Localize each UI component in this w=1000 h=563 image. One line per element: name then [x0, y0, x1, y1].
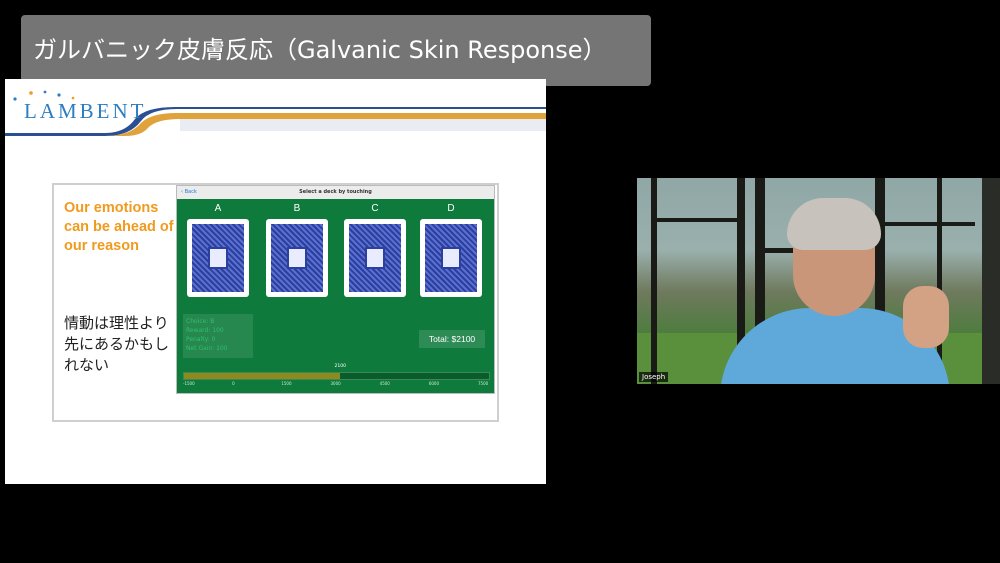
slide-english-text: Our emotions can be ahead of our reason — [64, 200, 174, 254]
slide-japanese-text: 情動は理性より先にあるかもしれない — [64, 314, 170, 374]
progress-tick-label: 4500 — [379, 381, 390, 386]
progress-tick-label: 7500 — [478, 381, 489, 386]
progress-tick-label: 1500 — [281, 381, 292, 386]
total-display: Total: $2100 — [419, 330, 485, 348]
stat-reward: Reward: 100 — [186, 327, 224, 334]
game-top-bar: Select a deck by touching ‹ Back — [177, 186, 494, 199]
iowa-gambling-task-screenshot: Select a deck by touching ‹ Back A B C D… — [176, 185, 495, 394]
trial-stats-panel: Choice: B Reward: 100 Penalty: 0 Net Gai… — [183, 314, 253, 358]
participant-hair — [787, 198, 881, 250]
progress-tick-label: -1500 — [183, 381, 195, 386]
slide-content-frame: Our emotions can be ahead of our reason … — [52, 183, 499, 422]
wall-edge — [982, 178, 1000, 384]
participant-name-tag: Joseph — [639, 372, 669, 382]
deck-label-d: D — [447, 203, 455, 214]
progress-bar-fill — [184, 373, 340, 379]
game-title: Select a deck by touching — [299, 189, 372, 195]
deck-label-c: C — [371, 203, 379, 214]
participant-hand — [903, 286, 949, 348]
caption-banner: ガルバニック皮膚反応（Galvanic Skin Response） — [21, 15, 651, 86]
stat-net-gain: Net Gain: 100 — [186, 345, 228, 352]
stat-penalty: Penalty: 0 — [186, 336, 216, 343]
progress-tick-label: 0 — [232, 381, 235, 386]
participant-video-tile: Joseph — [637, 178, 1000, 384]
deck-card-d — [420, 219, 482, 297]
progress-tick-label: 6000 — [428, 381, 440, 386]
progress-bar — [183, 372, 490, 380]
game-back-button: ‹ Back — [181, 189, 197, 195]
deck-card-b — [266, 219, 328, 297]
progress-marker-label: 2100 — [334, 364, 346, 369]
deck-label-a: A — [214, 203, 222, 214]
deck-card-c — [344, 219, 406, 297]
shared-slide: LAMBENT Our emotions can be ahead of our… — [5, 79, 546, 484]
deck-card-a — [187, 219, 249, 297]
stat-choice: Choice: B — [186, 318, 215, 325]
progress-tick-label: 3000 — [330, 381, 341, 386]
deck-label-b: B — [293, 203, 301, 214]
lambent-logo: LAMBENT — [24, 99, 147, 123]
